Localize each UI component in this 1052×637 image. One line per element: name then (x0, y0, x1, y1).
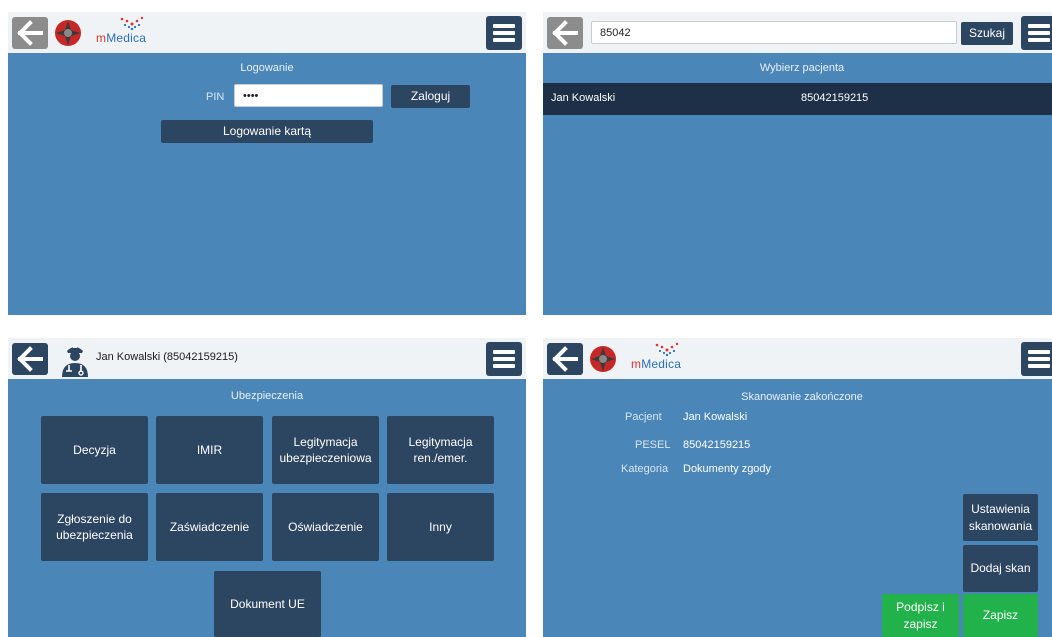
pin-input[interactable] (234, 84, 383, 107)
doc-type-legitymacja-ren-button[interactable]: Legitymacja ren./emer. (387, 416, 494, 484)
hamburger-menu-icon (1028, 24, 1050, 28)
menu-button[interactable] (1021, 342, 1052, 376)
top-bar: Jan Kowalski (85042159215) (8, 338, 526, 379)
field-label-kategoria: Kategoria (621, 463, 669, 475)
hamburger-menu-icon (493, 24, 515, 28)
red-cross-emblem-icon (55, 20, 81, 46)
patient-search-screen: Szukaj Wybierz pacjenta Jan Kowalski 850… (543, 12, 1052, 315)
mmedica-logo: mMedica (631, 342, 707, 376)
search-button[interactable]: Szukaj (961, 22, 1013, 45)
top-bar: Szukaj (543, 12, 1052, 53)
login-button[interactable]: Zaloguj (391, 85, 470, 108)
screen-title: Wybierz pacjenta (759, 62, 845, 74)
doc-type-decyzja-button[interactable]: Decyzja (41, 416, 148, 484)
patient-name: Jan Kowalski (551, 92, 616, 104)
field-label-pesel: PESEL (635, 439, 671, 451)
patient-search-input[interactable] (591, 21, 957, 44)
doc-type-inny-button[interactable]: Inny (387, 493, 494, 561)
back-button[interactable] (547, 17, 583, 49)
doc-type-imir-button[interactable]: IMIR (156, 416, 263, 484)
document-type-screen: Jan Kowalski (85042159215) Ubezpieczenia… (8, 338, 526, 637)
sign-and-save-button[interactable]: Podpisz i zapisz (882, 594, 959, 637)
top-bar: mMedica (8, 12, 526, 53)
doc-type-oswiadczenie-button[interactable]: Oświadczenie (272, 493, 379, 561)
screen-title: Ubezpieczenia (230, 390, 304, 402)
back-button[interactable] (547, 343, 583, 375)
login-screen: mMedica Logowanie PIN Zaloguj Logowanie … (8, 12, 526, 315)
doc-type-legitymacja-ubezp-button[interactable]: Legitymacja ubezpieczeniowa (272, 416, 379, 484)
field-value-pacjent: Jan Kowalski (683, 411, 748, 423)
field-label-pacjent: Pacjent (625, 411, 662, 423)
field-value-kategoria: Dokumenty zgody (683, 463, 772, 475)
scan-complete-screen: mMedica Skanowanie zakończone Pacjent Ja… (543, 338, 1052, 637)
card-login-button[interactable]: Logowanie kartą (161, 120, 373, 143)
back-button[interactable] (12, 17, 48, 49)
add-scan-button[interactable]: Dodaj skan (963, 545, 1038, 592)
red-cross-emblem-icon (590, 346, 616, 372)
screen-title: Logowanie (240, 62, 294, 74)
top-bar: mMedica (543, 338, 1052, 379)
arrow-left-icon (552, 20, 578, 46)
logo-mark-icon (120, 16, 144, 31)
field-value-pesel: 85042159215 (683, 439, 751, 451)
arrow-left-icon (17, 346, 43, 372)
logo-text: mMedica (96, 31, 147, 45)
save-button[interactable]: Zapisz (963, 594, 1038, 637)
arrow-left-icon (17, 20, 43, 46)
doc-type-zgloszenie-button[interactable]: Zgłoszenie do ubezpieczenia (41, 493, 148, 561)
doc-type-zaswiadczenie-button[interactable]: Zaświadczenie (156, 493, 263, 561)
logo-text: mMedica (631, 357, 682, 371)
mmedica-logo: mMedica (96, 16, 172, 50)
doc-type-dokument-ue-button[interactable]: Dokument UE (214, 571, 321, 637)
hamburger-menu-icon (1028, 350, 1050, 354)
patient-row[interactable]: Jan Kowalski 85042159215 (543, 83, 1052, 115)
logo-mark-icon (655, 342, 679, 357)
back-button[interactable] (12, 343, 48, 375)
hamburger-menu-icon (493, 350, 515, 354)
pin-label: PIN (206, 91, 225, 103)
menu-button[interactable] (486, 16, 522, 50)
scan-settings-button[interactable]: Ustawienia skanowania (963, 494, 1038, 541)
menu-button[interactable] (1021, 16, 1052, 50)
patient-header: Jan Kowalski (85042159215) (96, 351, 238, 363)
menu-button[interactable] (486, 342, 522, 376)
screen-title: Skanowanie zakończone (741, 391, 863, 403)
arrow-left-icon (552, 346, 578, 372)
patient-pesel: 85042159215 (801, 92, 869, 104)
patient-avatar-icon (62, 345, 88, 377)
